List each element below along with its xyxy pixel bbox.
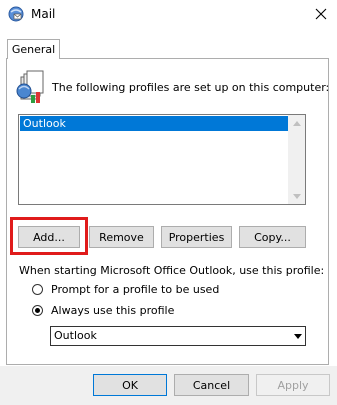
cancel-button[interactable]: Cancel xyxy=(174,374,249,396)
chevron-down-icon xyxy=(294,333,302,339)
close-icon xyxy=(315,8,327,20)
close-button[interactable] xyxy=(305,0,337,28)
radio-always-use-profile[interactable]: Always use this profile xyxy=(32,304,174,317)
profiles-icon xyxy=(15,69,47,105)
radio-label: Always use this profile xyxy=(51,304,175,317)
list-item[interactable]: Outlook xyxy=(20,116,288,131)
radio-label: Prompt for a profile to be used xyxy=(51,283,220,296)
copy-button[interactable]: Copy... xyxy=(239,226,306,248)
remove-button[interactable]: Remove xyxy=(89,226,154,248)
add-button[interactable]: Add... xyxy=(18,226,80,248)
radio-button[interactable] xyxy=(32,284,43,295)
ok-button[interactable]: OK xyxy=(93,374,167,396)
properties-button[interactable]: Properties xyxy=(161,226,232,248)
apply-button[interactable]: Apply xyxy=(256,374,330,396)
scroll-down-button[interactable] xyxy=(288,188,305,204)
tab-panel xyxy=(6,58,329,365)
chevron-up-icon xyxy=(292,120,301,126)
window-title: Mail xyxy=(31,7,56,21)
mail-icon xyxy=(8,6,24,22)
profiles-description: The following profiles are set up on thi… xyxy=(52,81,330,94)
radio-prompt-profile[interactable]: Prompt for a profile to be used xyxy=(32,283,219,296)
tab-general[interactable]: General xyxy=(7,39,60,59)
profile-select-arrow[interactable] xyxy=(291,328,305,344)
profile-select-value: Outlook xyxy=(54,329,97,342)
startup-label: When starting Microsoft Office Outlook, … xyxy=(19,264,325,277)
chevron-down-icon xyxy=(292,193,301,199)
scroll-up-button[interactable] xyxy=(288,115,305,131)
radio-button[interactable] xyxy=(32,305,43,316)
